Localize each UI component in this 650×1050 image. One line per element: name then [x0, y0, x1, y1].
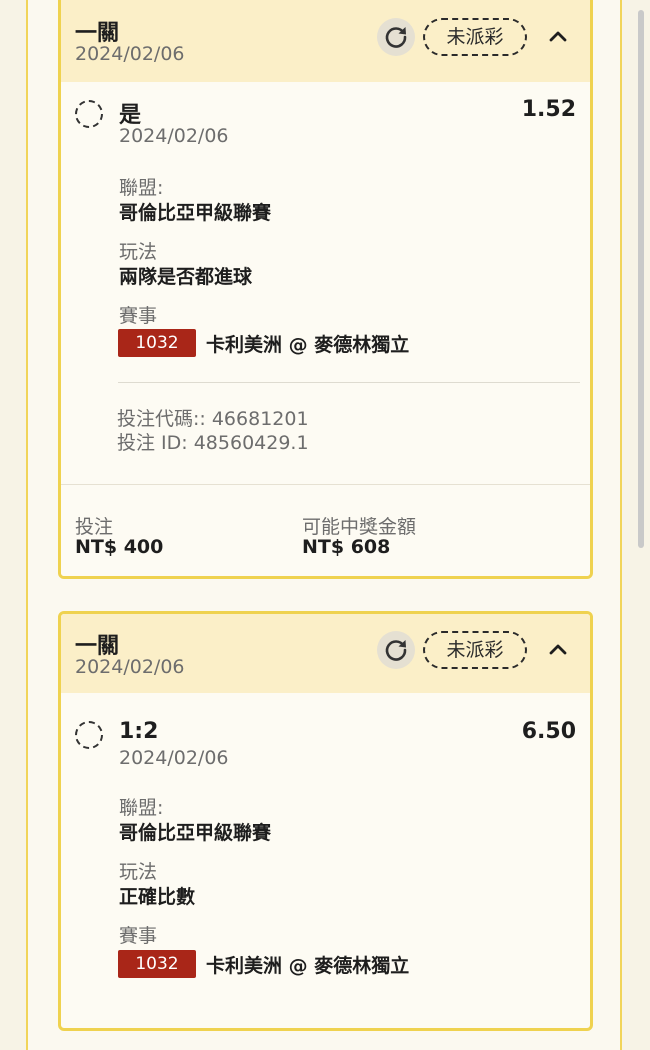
league-label: 聯盟:	[119, 177, 164, 199]
chevron-up-icon	[549, 644, 567, 655]
bet-date: 2024/02/06	[75, 43, 185, 65]
market-label: 玩法	[119, 861, 158, 883]
bet-card-footer: 投注 NT$ 400 可能中獎金額 NT$ 608	[61, 484, 590, 576]
status-badge: 未派彩	[423, 18, 527, 56]
selection-date: 2024/02/06	[119, 747, 229, 769]
event-label: 賽事	[119, 925, 158, 947]
market-value: 正確比數	[119, 886, 196, 908]
refresh-button[interactable]	[377, 631, 415, 669]
payout-label: 可能中獎金額	[302, 516, 417, 538]
match-name: 卡利美洲 @ 麥德林獨立	[206, 955, 410, 977]
market-label: 玩法	[119, 241, 158, 263]
radio-unselected-icon[interactable]	[75, 721, 103, 749]
selection-name: 1:2	[119, 719, 159, 744]
status-badge: 未派彩	[423, 631, 527, 669]
bet-card-header[interactable]: 一關 2024/02/06 未派彩	[61, 0, 590, 82]
selection-odds: 1.52	[521, 97, 576, 122]
bet-code: 投注代碼:: 46681201	[117, 408, 309, 430]
selection-date: 2024/02/06	[119, 125, 229, 147]
scrollbar-thumb[interactable]	[638, 10, 644, 548]
market-value: 兩隊是否都進球	[119, 266, 253, 288]
bet-id: 投注 ID: 48560429.1	[117, 432, 309, 454]
match-id-badge: 1032	[118, 329, 196, 357]
divider	[118, 382, 580, 383]
event-label: 賽事	[119, 305, 158, 327]
chevron-up-icon	[549, 31, 567, 42]
league-value: 哥倫比亞甲級聯賽	[119, 202, 272, 224]
match-id-badge: 1032	[118, 950, 196, 978]
league-value: 哥倫比亞甲級聯賽	[119, 822, 272, 844]
bet-date: 2024/02/06	[75, 656, 185, 678]
selection-odds: 6.50	[521, 719, 576, 744]
collapse-button[interactable]	[546, 638, 570, 662]
bet-card: 一關 2024/02/06 未派彩 1:2 6.50 2024/02/06 聯盟…	[58, 611, 593, 1031]
league-label: 聯盟:	[119, 797, 164, 819]
stake-label: 投注	[75, 516, 114, 538]
payout-value: NT$ 608	[302, 536, 391, 558]
match-name: 卡利美洲 @ 麥德林獨立	[206, 334, 410, 356]
bet-card: 一關 2024/02/06 未派彩 是 1.52 2024/02/06 聯盟: …	[58, 0, 593, 579]
refresh-icon	[385, 27, 407, 48]
bet-card-body: 是 1.52 2024/02/06 聯盟: 哥倫比亞甲級聯賽 玩法 兩隊是否都進…	[61, 82, 590, 489]
collapse-button[interactable]	[546, 25, 570, 49]
refresh-icon	[385, 640, 407, 661]
refresh-button[interactable]	[377, 18, 415, 56]
bet-card-header[interactable]: 一關 2024/02/06 未派彩	[61, 614, 590, 693]
stake-value: NT$ 400	[75, 536, 164, 558]
radio-unselected-icon[interactable]	[75, 100, 103, 128]
